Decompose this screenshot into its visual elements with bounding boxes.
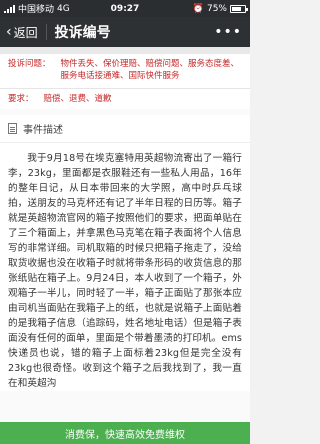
divider	[0, 88, 250, 89]
back-button[interactable]: ‹ 返回	[0, 24, 38, 41]
document-icon	[8, 123, 17, 134]
battery-fill	[232, 6, 241, 11]
section-title: 事件描述	[23, 125, 63, 136]
description-text: 我于9月18号在埃克塞特用英超物流寄出了一箱行李，23kg，里面都是衣服鞋还有一…	[0, 143, 250, 391]
section-header: 事件描述	[0, 115, 250, 143]
navigation-bar: ‹ 返回 投诉编号 •••	[0, 17, 250, 47]
demand-label: 要求：	[8, 94, 34, 104]
chevron-left-icon: ‹	[6, 24, 12, 40]
header-banner	[0, 47, 250, 54]
clock: 09:27	[110, 3, 140, 14]
complaint-label: 投诉问题：	[8, 59, 51, 69]
back-label: 返回	[13, 25, 38, 40]
status-bar: 中国移动 4G 09:27 ⏰ 75%	[0, 0, 250, 17]
info-card: 投诉问题： 物件丢失、保价理赔、赔偿问题、服务态度差、服务电话接通难、国际快件服…	[0, 54, 250, 109]
complaint-row: 投诉问题： 物件丢失、保价理赔、赔偿问题、服务态度差、服务电话接通难、国际快件服…	[8, 58, 242, 86]
demand-row: 要求： 赔偿、退费、道歉	[8, 93, 242, 109]
battery-icon	[230, 4, 248, 13]
complaint-detail: 投诉问题： 物件丢失、保价理赔、赔偿问题、服务态度差、服务电话接通难、国际快件服…	[0, 47, 250, 422]
cta-label: 消费保，快速高效免费维权	[65, 429, 185, 441]
more-dots-icon[interactable]: •••	[214, 24, 250, 40]
rights-protection-button[interactable]: 消费保，快速高效免费维权	[0, 422, 250, 444]
demand-value: 赔偿、退费、道歉	[43, 94, 112, 104]
page-title: 投诉编号	[54, 25, 111, 41]
complaint-value: 物件丢失、保价理赔、赔偿问题、服务态度差、服务电话接通难、国际快件服务	[60, 59, 240, 81]
nav-divider	[45, 24, 47, 40]
